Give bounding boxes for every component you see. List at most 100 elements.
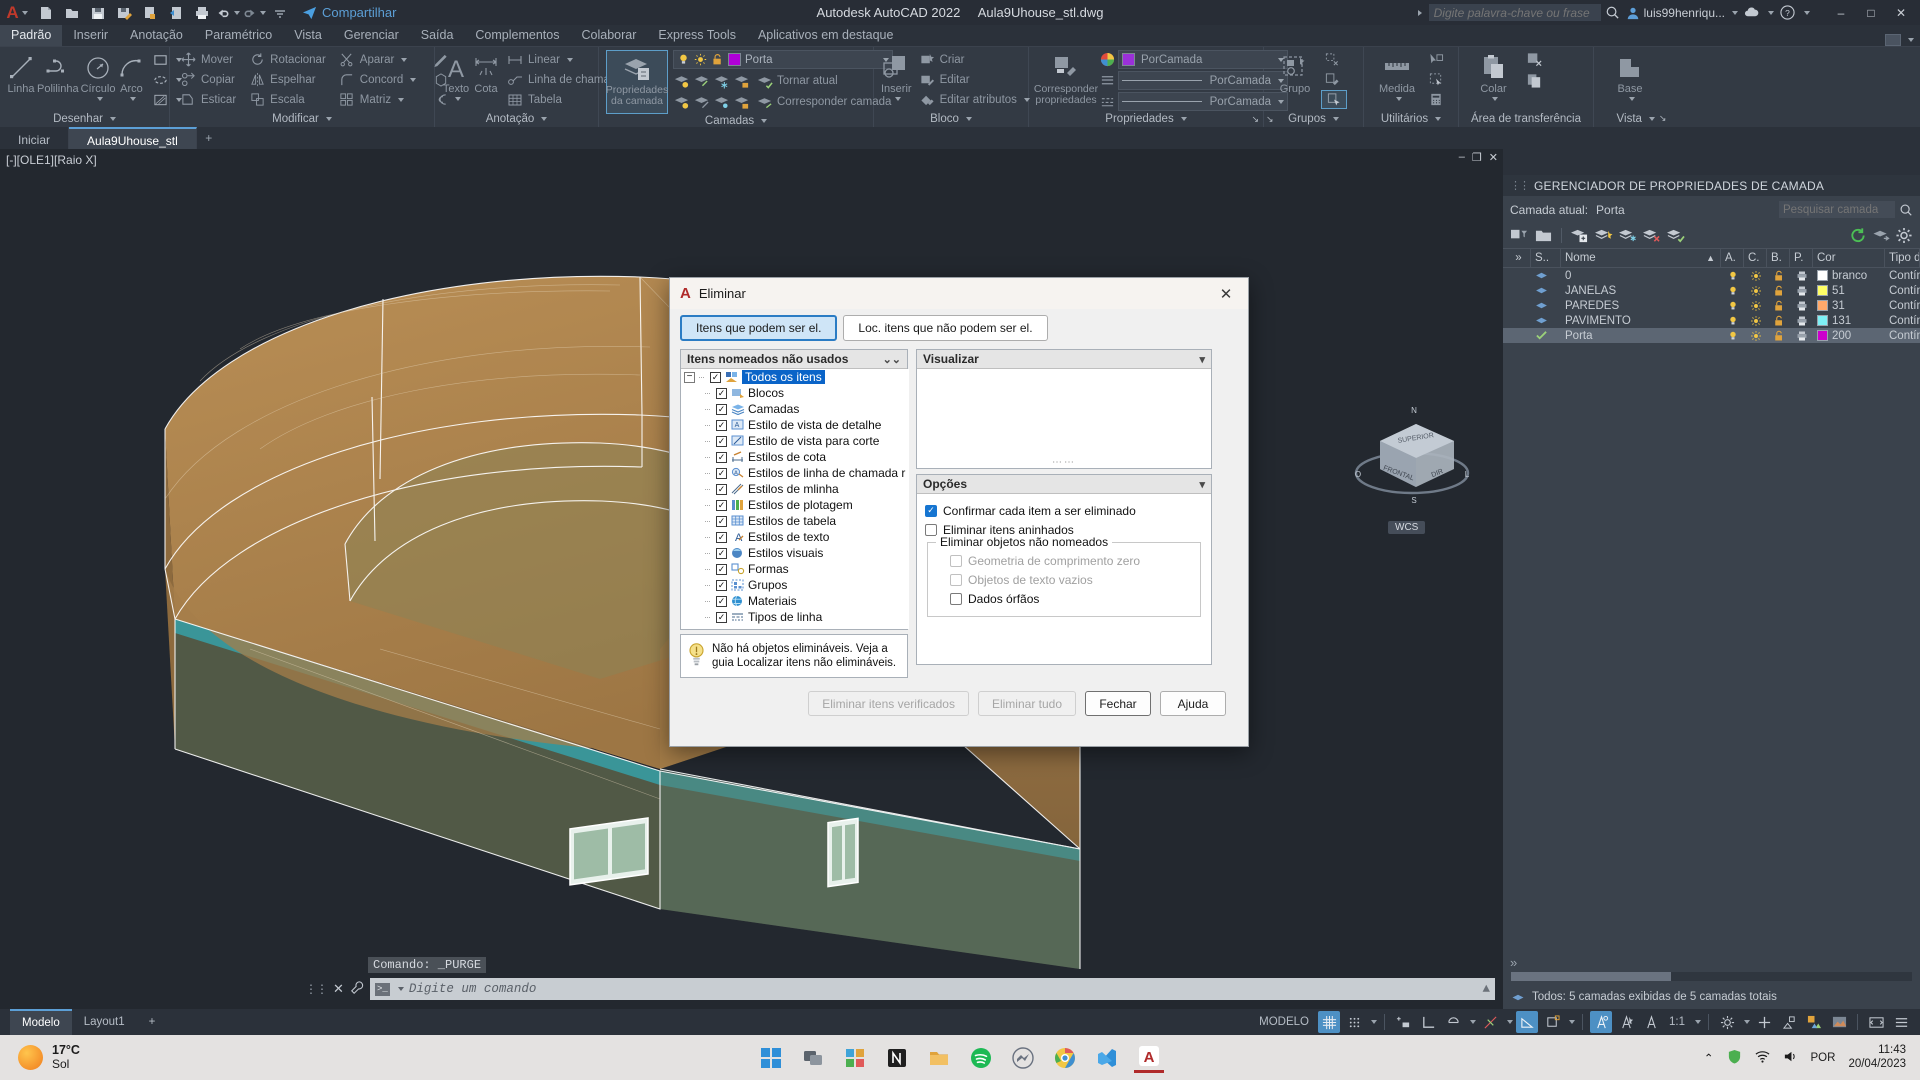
view-cube[interactable]: SUPERIOR FRONTAL DIR N S L O WCS: [1350, 399, 1480, 534]
create-block-button[interactable]: Criar: [916, 50, 1032, 69]
open-icon[interactable]: [60, 2, 84, 24]
tree-checkbox[interactable]: ✓: [716, 531, 727, 543]
sun-icon[interactable]: [1750, 300, 1762, 312]
chevron-down-icon[interactable]: [1569, 1020, 1575, 1024]
column-header-plot[interactable]: P.: [1790, 248, 1813, 268]
tree-checkbox[interactable]: ✓: [716, 403, 727, 415]
tree-node-formas[interactable]: ··· ✓ Formas: [681, 561, 909, 577]
collapse-filters-button[interactable]: »: [1503, 248, 1531, 268]
layout-tab-modelo[interactable]: Modelo: [10, 1009, 72, 1035]
column-header-name[interactable]: Nome ▲: [1561, 248, 1721, 268]
model-space-button[interactable]: MODELO: [1253, 1011, 1315, 1033]
weather-widget[interactable]: 17°C Sol: [0, 1043, 80, 1072]
file-explorer-icon[interactable]: [924, 1043, 954, 1073]
notion-icon[interactable]: [882, 1043, 912, 1073]
help-icon[interactable]: ?: [1780, 5, 1795, 20]
ribbon-tab-vista[interactable]: Vista: [283, 25, 333, 46]
new-property-filter-icon[interactable]: [1510, 227, 1529, 244]
ribbon-tab-aplicativos-em-destaque[interactable]: Aplicativos em destaque: [747, 25, 905, 46]
purge-dialog[interactable]: A Eliminar ✕ Itens que podem ser el. Loc…: [669, 277, 1249, 747]
layout-tab-layout1[interactable]: Layout1: [72, 1009, 137, 1035]
tree-node-camadas[interactable]: ··· ✓ Camadas: [681, 401, 909, 417]
unlock-layer-icon[interactable]: [733, 94, 750, 110]
help-button[interactable]: Ajuda: [1160, 691, 1226, 716]
array-button[interactable]: Matriz: [336, 90, 418, 109]
panel-title-bloco[interactable]: Bloco: [877, 110, 1025, 127]
column-header-linetype[interactable]: Tipo d: [1885, 248, 1920, 268]
match-properties-button[interactable]: Corresponder propriedades: [1034, 50, 1098, 106]
tree-checkbox[interactable]: ✓: [716, 483, 727, 495]
tree-node-all-items[interactable]: − ··· ✓ Todos os itens: [681, 369, 909, 385]
table-row[interactable]: JANELAS 51 Contín: [1503, 283, 1920, 298]
layer-list[interactable]: 0 branco Contín JANELAS 51 Contín PAREDE…: [1503, 268, 1920, 952]
orphaned-data-option[interactable]: Dados órfãos: [928, 589, 1200, 608]
layer-search-box[interactable]: [1779, 201, 1913, 218]
tree-checkbox[interactable]: ✓: [716, 579, 727, 591]
copy-clip-button[interactable]: [1523, 70, 1545, 89]
task-view-icon[interactable]: [798, 1043, 828, 1073]
tree-checkbox[interactable]: ✓: [716, 595, 727, 607]
search-input[interactable]: [1428, 4, 1601, 21]
start-icon[interactable]: [756, 1043, 786, 1073]
user-account[interactable]: luis99henriqu...: [1626, 6, 1738, 20]
close-icon[interactable]: ✕: [1204, 278, 1248, 309]
column-header-lock[interactable]: B.: [1767, 248, 1790, 268]
wcs-label[interactable]: WCS: [1388, 521, 1426, 534]
minimize-button[interactable]: –: [1826, 0, 1856, 25]
layer-settings-icon[interactable]: [1872, 227, 1890, 244]
maximize-button[interactable]: □: [1856, 0, 1886, 25]
chevron-down-icon[interactable]: ▾: [1199, 478, 1205, 491]
tree-node-estilos-de-mlinha[interactable]: ··· ✓ Estilos de mlinha: [681, 481, 909, 497]
dimension-button[interactable]: Cota: [472, 50, 500, 96]
ungroup-button[interactable]: [1321, 50, 1347, 69]
search-icon[interactable]: [1899, 203, 1913, 217]
ribbon-tab-parametrico[interactable]: Paramétrico: [194, 25, 283, 46]
command-line-grip[interactable]: ⋮⋮: [305, 982, 328, 996]
lightbulb-icon[interactable]: [1727, 330, 1739, 342]
ribbon-tab-saida[interactable]: Saída: [410, 25, 465, 46]
new-icon[interactable]: [34, 2, 58, 24]
app-menu-button[interactable]: A: [0, 3, 34, 23]
tree-checkbox[interactable]: ✓: [716, 515, 727, 527]
tree-node-estilos-de-texto[interactable]: ··· ✓ A Estilos de texto: [681, 529, 909, 545]
panel-title-utilitarios[interactable]: Utilitários: [1367, 110, 1455, 127]
sun-icon[interactable]: [1750, 270, 1762, 282]
print-icon[interactable]: [190, 2, 214, 24]
arc-button[interactable]: Arco: [117, 50, 145, 101]
match-layer-button[interactable]: Corresponder camada: [753, 92, 893, 111]
sun-icon[interactable]: [1750, 315, 1762, 327]
options-panel-header[interactable]: Opções ▾: [917, 475, 1211, 494]
column-header-freeze[interactable]: C.: [1744, 248, 1767, 268]
paste-button[interactable]: Colar: [1466, 50, 1521, 101]
tree-node-grupos[interactable]: ··· ✓ Grupos: [681, 577, 909, 593]
autoscale-toggle[interactable]: [1615, 1011, 1637, 1033]
autocad-icon[interactable]: A: [1134, 1043, 1164, 1073]
column-header-color[interactable]: Cor: [1813, 248, 1885, 268]
annotation-visibility-toggle[interactable]: [1590, 1011, 1612, 1033]
ribbon-tab-complementos[interactable]: Complementos: [464, 25, 570, 46]
sun-icon[interactable]: [1750, 285, 1762, 297]
command-input[interactable]: >_ Digite um comando ▲: [369, 978, 1495, 1000]
add-button[interactable]: [1753, 1011, 1775, 1033]
dialog-title-bar[interactable]: A Eliminar ✕: [670, 278, 1248, 309]
unisolate-layer-icon[interactable]: [693, 94, 710, 110]
settings-gear-icon[interactable]: [1895, 227, 1913, 244]
tree-checkbox[interactable]: ✓: [716, 435, 727, 447]
group-button[interactable]: Grupo: [1271, 50, 1319, 96]
layer-manager-title-bar[interactable]: ⋮⋮ GERENCIADOR DE PROPRIEDADES DE CAMADA: [1503, 175, 1920, 196]
clock[interactable]: 11:43 20/04/2023: [1848, 1044, 1906, 1072]
tab-purgeable-items[interactable]: Itens que podem ser el.: [680, 315, 838, 341]
polyline-button[interactable]: Polilinha: [37, 50, 79, 96]
chevron-down-icon[interactable]: [1744, 1020, 1750, 1024]
freeze-layer-icon[interactable]: [713, 73, 730, 89]
infer-constraints-toggle[interactable]: [1392, 1011, 1414, 1033]
panel-title-area-de-transferencia[interactable]: Área de transferência: [1462, 110, 1590, 127]
network-icon[interactable]: [1755, 1049, 1770, 1067]
panel-title-vista[interactable]: Vista ↘: [1597, 110, 1686, 127]
undo-icon[interactable]: [216, 2, 240, 24]
panel-title-modificar[interactable]: Modificar: [173, 110, 431, 127]
close-button[interactable]: ✕: [1886, 0, 1916, 25]
move-button[interactable]: Mover: [177, 50, 238, 69]
table-row[interactable]: PAREDES 31 Contín: [1503, 298, 1920, 313]
lock-layer-icon[interactable]: [733, 73, 750, 89]
